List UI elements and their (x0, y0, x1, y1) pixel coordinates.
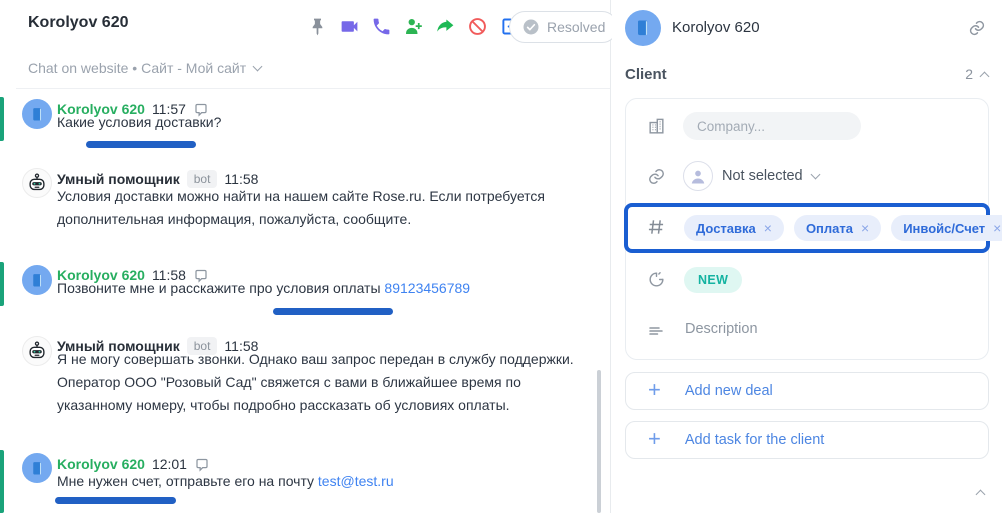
app-window: Korolyov 620 (0, 0, 1002, 513)
intent-highlight-bar (273, 308, 393, 315)
client-sidebar: Korolyov 620 Client 2 Not selected (612, 0, 1002, 513)
intent-highlight-bar (55, 497, 176, 504)
message-text: Позвоните мне и расскажите про условия о… (57, 277, 470, 300)
message-text: Какие условия доставки? (57, 111, 221, 134)
chat-toolbar (306, 15, 521, 38)
contact-avatar[interactable] (22, 265, 52, 295)
tag-label: Оплата (806, 221, 853, 236)
bot-avatar[interactable] (22, 336, 52, 366)
block-icon[interactable] (466, 15, 489, 38)
plus-icon: + (648, 379, 661, 401)
phone-link[interactable]: 89123456789 (384, 280, 470, 296)
book-icon (29, 460, 46, 477)
book-icon (29, 106, 46, 123)
check-circle-icon (522, 18, 540, 36)
tags-list: Доставка × Оплата × Инвойс/Счет × (684, 215, 1002, 241)
plus-icon: + (648, 428, 661, 450)
add-deal-label: Add new deal (685, 383, 773, 399)
header-divider (16, 88, 610, 89)
client-card: Not selected Доставка × Оплата × Инвойс/Сч… (625, 98, 989, 360)
chat-message: Умный помощник bot 11:58 Я не могу совер… (0, 336, 596, 426)
message-text: Мне нужен счет, отправьте его на почту t… (57, 470, 394, 493)
status-badge[interactable]: NEW (684, 267, 742, 293)
chevron-up-icon (976, 490, 986, 500)
forward-icon[interactable] (434, 15, 457, 38)
client-count: 2 (965, 66, 973, 82)
unread-indicator (0, 450, 4, 513)
company-icon (646, 116, 666, 136)
status-icon (646, 269, 666, 289)
client-section-label: Client (625, 66, 667, 83)
tag[interactable]: Доставка × (684, 215, 784, 241)
contact-avatar[interactable] (22, 453, 52, 483)
chat-message: Korolyov 620 11:57 Какие условия доставк… (0, 97, 596, 155)
video-call-icon[interactable] (338, 15, 361, 38)
unread-indicator (0, 262, 4, 306)
chat-title: Korolyov 620 (28, 14, 128, 32)
link-icon (646, 166, 666, 186)
robot-icon (26, 172, 48, 194)
unread-indicator (0, 97, 4, 141)
resolved-button[interactable]: Resolved (509, 11, 618, 43)
responsible-select[interactable]: Not selected (722, 168, 819, 184)
message-text: Я не могу совершать звонки. Однако ваш з… (57, 348, 581, 417)
description-field[interactable]: Description (685, 321, 758, 337)
contact-avatar[interactable] (22, 99, 52, 129)
tag-remove-icon[interactable]: × (993, 220, 1001, 236)
tag-remove-icon[interactable]: × (764, 220, 772, 236)
chat-scrollbar[interactable] (597, 370, 601, 513)
chat-message: Korolyov 620 12:01 Мне нужен счет, отпра… (0, 450, 596, 513)
add-task-label: Add task for the client (685, 432, 824, 448)
tag[interactable]: Инвойс/Счет × (891, 215, 1002, 241)
book-icon (29, 272, 46, 289)
bot-avatar[interactable] (22, 168, 52, 198)
add-task-button[interactable]: + Add task for the client (625, 421, 989, 459)
voice-call-icon[interactable] (370, 15, 393, 38)
contact-avatar[interactable] (625, 10, 661, 46)
chevron-down-icon (810, 169, 820, 179)
collapse-panel-button[interactable] (977, 485, 984, 503)
add-deal-button[interactable]: + Add new deal (625, 372, 989, 410)
tags-icon (646, 217, 666, 237)
responsible-value: Not selected (722, 168, 803, 184)
contact-name: Korolyov 620 (672, 19, 760, 36)
description-icon (646, 321, 666, 341)
book-icon (633, 18, 653, 38)
chevron-up-icon (980, 71, 990, 81)
tag[interactable]: Оплата × (794, 215, 881, 241)
tag-label: Инвойс/Счет (903, 221, 985, 236)
client-section-toggle[interactable]: 2 (965, 66, 988, 82)
pin-icon[interactable] (306, 15, 329, 38)
chat-panel: Korolyov 620 (0, 0, 611, 513)
add-person-icon[interactable] (402, 15, 425, 38)
tag-label: Доставка (696, 221, 756, 236)
company-input[interactable] (683, 112, 861, 140)
channel-breadcrumb-text: Chat on website • Сайт - Мой сайт (28, 60, 246, 76)
intent-highlight-bar (86, 141, 196, 148)
person-icon (688, 166, 708, 186)
tag-remove-icon[interactable]: × (861, 220, 869, 236)
chat-message: Korolyov 620 11:58 Позвоните мне и расск… (0, 262, 596, 322)
copy-link-icon[interactable] (968, 19, 986, 42)
message-text: Условия доставки можно найти на нашем са… (57, 185, 565, 231)
channel-breadcrumb[interactable]: Chat on website • Сайт - Мой сайт (28, 60, 261, 76)
chevron-down-icon (253, 61, 263, 71)
robot-icon (26, 340, 48, 362)
chat-message: Умный помощник bot 11:58 Условия доставк… (0, 168, 596, 248)
responsible-avatar[interactable] (683, 161, 713, 191)
email-link[interactable]: test@test.ru (318, 473, 394, 489)
resolved-label: Resolved (547, 19, 605, 35)
